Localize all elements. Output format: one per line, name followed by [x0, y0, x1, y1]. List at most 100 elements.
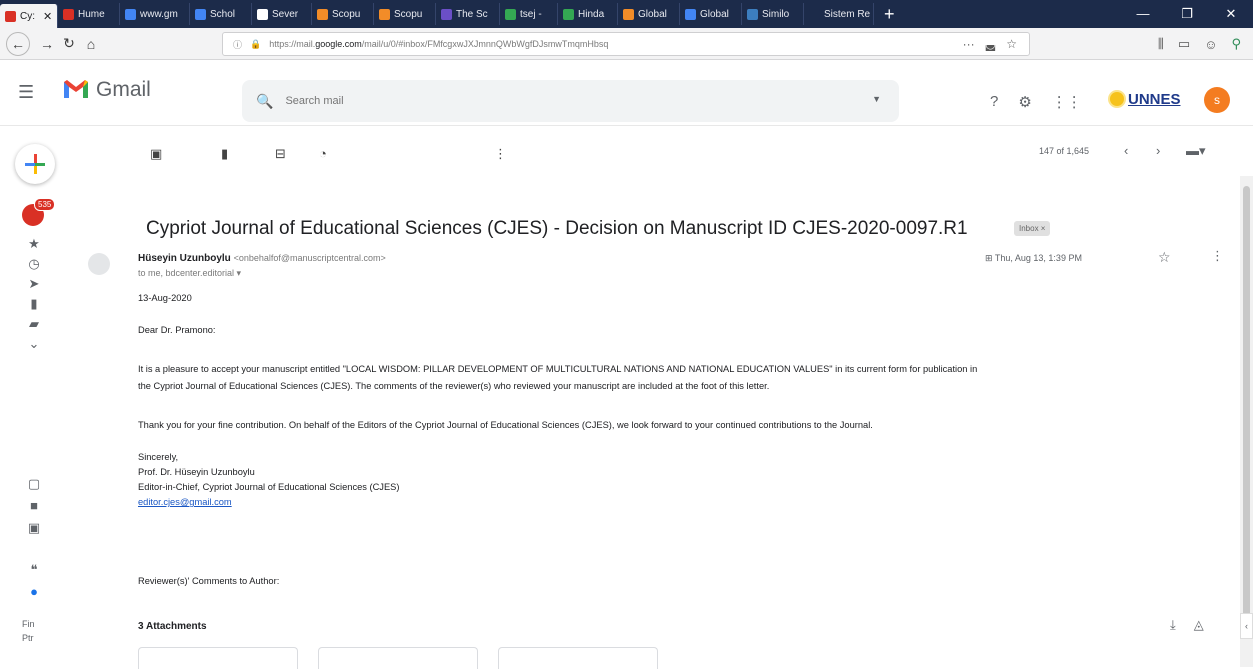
side-panel-scrollbar[interactable]: ‹: [1240, 176, 1253, 667]
star-icon[interactable]: ☆: [1158, 249, 1171, 266]
move-to-icon[interactable]: ⊟: [275, 146, 286, 162]
tab-favicon-icon: [379, 8, 390, 20]
main-menu-icon[interactable]: ☰: [18, 82, 34, 103]
gmail-logo-icon[interactable]: [62, 77, 90, 101]
tab-label: The Sc: [456, 8, 488, 20]
browser-tab[interactable]: tsej -: [500, 3, 558, 25]
forward-button[interactable]: →: [36, 36, 58, 52]
attachment-card[interactable]: [498, 647, 658, 669]
tab-label: Sistem Re: [824, 8, 871, 20]
more-actions-icon[interactable]: ⋮: [494, 146, 507, 162]
snoozed-icon[interactable]: ◷: [25, 256, 43, 272]
browser-tab[interactable]: Cy: ✕: [0, 4, 58, 28]
url-text[interactable]: https://mail.google.com/mail/u/0/#inbox/…: [269, 39, 608, 49]
side-panel-toggle-icon[interactable]: ‹: [1240, 613, 1253, 639]
tab-favicon-icon: [5, 10, 16, 22]
message-date: ⊞ Thu, Aug 13, 1:39 PM: [985, 253, 1082, 263]
scrollbar-thumb[interactable]: [1243, 186, 1250, 626]
close-tab-icon[interactable]: ✕: [43, 10, 52, 23]
browser-tab[interactable]: Hinda: [558, 3, 618, 25]
signature-line-3: Editor-in-Chief, Cypriot Journal of Educ…: [138, 482, 400, 492]
tab-label: Scopu: [394, 8, 423, 20]
browser-tab[interactable]: Global: [618, 3, 680, 25]
browser-tab[interactable]: Sever: [252, 3, 312, 25]
user-contact-icon[interactable]: ●: [25, 584, 43, 599]
older-chevron-icon[interactable]: ›: [1156, 143, 1160, 158]
calendar-icon[interactable]: ▣: [25, 520, 43, 536]
sidebar-icon[interactable]: ▭: [1178, 36, 1190, 52]
pocket-icon[interactable]: ◛: [985, 37, 997, 51]
meet-icon[interactable]: ▢: [25, 476, 43, 492]
page-actions-icon[interactable]: ···: [963, 37, 975, 51]
new-tab-button[interactable]: +: [874, 3, 905, 25]
delete-icon[interactable]: ▮: [221, 146, 228, 162]
close-window-icon[interactable]: ✕: [1209, 0, 1253, 28]
recipients[interactable]: to me, bdcenter.editorial ▾: [138, 268, 241, 279]
attachment-card[interactable]: [318, 647, 478, 669]
tab-favicon-icon: [685, 8, 696, 20]
video-icon[interactable]: ■: [25, 498, 43, 513]
browser-tab[interactable]: Scopu: [374, 3, 436, 25]
tab-label: Schol: [210, 8, 236, 20]
tab-favicon-icon: [505, 8, 516, 20]
inbox-label-chip[interactable]: Inbox ×: [1014, 221, 1051, 236]
tab-favicon-icon: [257, 8, 268, 20]
bookmark-star-icon[interactable]: ☆: [1006, 37, 1017, 51]
sender-email: <onbehalfof@manuscriptcentral.com>: [233, 253, 386, 263]
browser-tab[interactable]: Hume: [58, 3, 120, 25]
drafts-icon[interactable]: ▮: [25, 296, 43, 312]
body-paragraph-1a: It is a pleasure to accept your manuscri…: [138, 364, 978, 374]
reload-button[interactable]: ↻: [58, 35, 80, 52]
editor-email-link[interactable]: editor.cjes@gmail.com: [138, 495, 232, 509]
settings-gear-icon[interactable]: ⚙: [1018, 93, 1031, 111]
save-to-drive-icon[interactable]: ◬: [1194, 617, 1204, 633]
browser-tab[interactable]: www.gm: [120, 3, 190, 25]
sent-icon[interactable]: ➤: [25, 276, 43, 292]
url-bar[interactable]: ⓘ 🔒 https://mail.google.com/mail/u/0/#in…: [222, 32, 1030, 56]
message-toolbar: ▣ ▮ ⊟ ◔ ⋮ 147 of 1,645 ‹ › ▬▾: [70, 126, 1240, 176]
back-button[interactable]: ←: [6, 31, 30, 56]
search-icon[interactable]: 🔍: [256, 93, 273, 110]
browser-nav-bar: ← → ↻ ⌂ ⓘ 🔒 https://mail.google.com/mail…: [0, 28, 1253, 60]
tab-favicon-icon: [195, 8, 206, 20]
starred-icon[interactable]: ★: [25, 236, 43, 252]
sender-avatar: [88, 253, 110, 275]
compose-button[interactable]: [15, 144, 55, 184]
minimize-icon[interactable]: —: [1121, 0, 1165, 28]
library-icon[interactable]: ⫼: [1158, 36, 1164, 52]
apps-grid-icon[interactable]: ⋮⋮: [1052, 93, 1082, 111]
attachment-card[interactable]: [138, 647, 298, 669]
account-avatar[interactable]: s: [1204, 87, 1230, 113]
gmail-brand[interactable]: Gmail: [96, 78, 151, 102]
info-icon[interactable]: ⓘ: [233, 38, 242, 51]
window-controls: — ❐ ✕: [1121, 0, 1253, 28]
browser-tab[interactable]: Scopu: [312, 3, 374, 25]
more-chevron-icon[interactable]: ⌄: [25, 336, 43, 352]
browser-tab[interactable]: Similo: [742, 3, 804, 25]
tab-favicon-icon: [623, 8, 634, 20]
browser-tab[interactable]: Schol: [190, 3, 252, 25]
organization-logo[interactable]: UNNES: [1110, 84, 1194, 114]
maximize-icon[interactable]: ❐: [1165, 0, 1209, 28]
browser-tab[interactable]: Sistem Re: [804, 3, 874, 25]
archive-icon[interactable]: ▣: [150, 146, 162, 162]
home-button[interactable]: ⌂: [80, 36, 102, 52]
inbox-icon[interactable]: 535: [22, 198, 56, 226]
message-more-icon[interactable]: ⋮: [1211, 248, 1224, 264]
extension-icon[interactable]: ⚲: [1231, 36, 1241, 52]
newer-chevron-icon[interactable]: ‹: [1124, 143, 1128, 158]
account-icon[interactable]: ☺: [1204, 37, 1217, 52]
browser-tab[interactable]: Global: [680, 3, 742, 25]
search-box[interactable]: 🔍 ▼: [242, 80, 899, 122]
browser-tab[interactable]: The Sc: [436, 3, 500, 25]
support-icon[interactable]: ?: [990, 93, 998, 111]
labels-icon[interactable]: ▰: [25, 316, 43, 332]
download-all-icon[interactable]: ⤓: [1170, 617, 1176, 633]
search-options-icon[interactable]: ▼: [872, 94, 881, 104]
input-tools-icon[interactable]: ▬▾: [1186, 143, 1206, 159]
search-input[interactable]: [285, 95, 846, 107]
sender-name[interactable]: Hüseyin Uzunboylu: [138, 253, 231, 264]
tab-favicon-icon: [125, 8, 136, 20]
hangouts-icon[interactable]: ❝: [25, 562, 43, 578]
snooze-icon[interactable]: ◔: [319, 146, 327, 161]
